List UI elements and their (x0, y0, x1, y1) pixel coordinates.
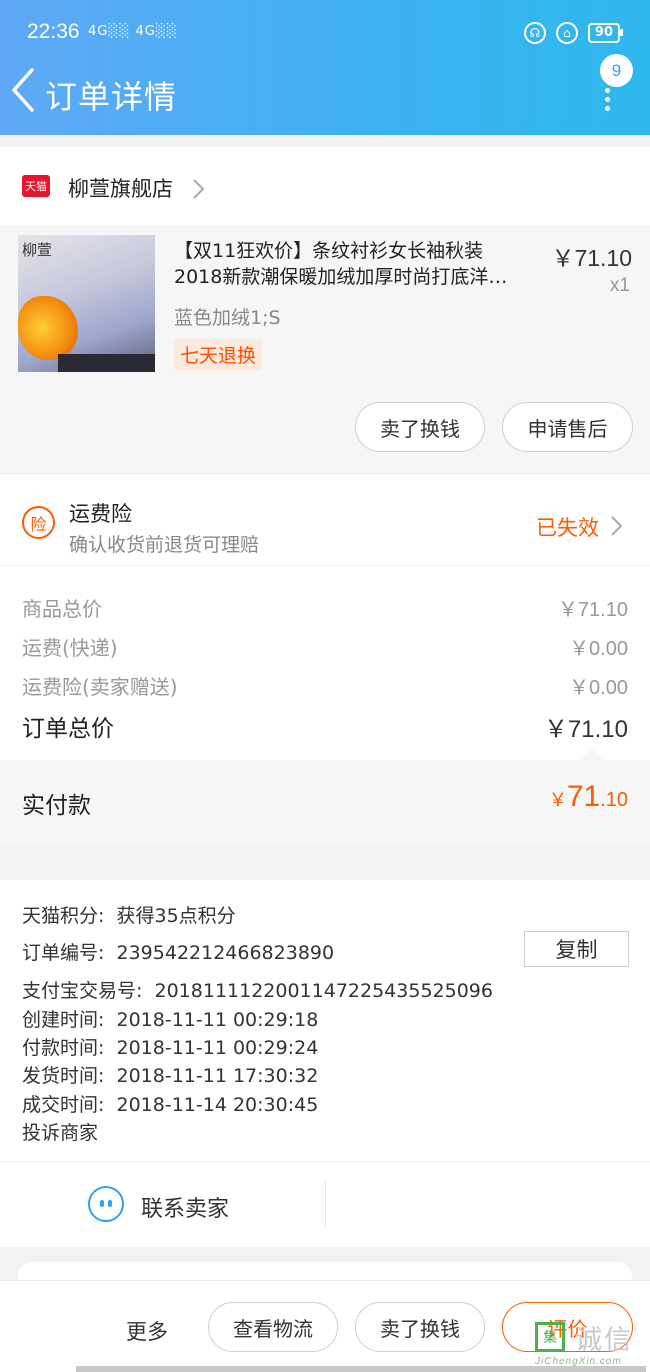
order-number-row: 订单编号: 2395422124668238​90 (22, 942, 335, 964)
summary-row: 运费(快递) ￥0.00 (22, 636, 628, 660)
order-info: 天猫积分: 获得35点积分 订单编号: 2395422124668238​90 … (0, 880, 650, 1161)
alipay-number-row: 支付宝交易号: 2018111122001147225435525096 (22, 980, 493, 1002)
product-quantity: x1 (609, 275, 630, 296)
status-icons: ☊ ⌂ 90 (523, 22, 624, 44)
product-image-detail (18, 296, 78, 360)
status-bar: 22:36 4G░░ 4G░░ ☊ ⌂ 90 (0, 18, 650, 50)
shipping-insurance-row[interactable]: 险 运费险 确认收货前退货可理赔 已失效 (0, 473, 650, 566)
contact-bar: 联系卖家 (0, 1161, 650, 1247)
store-row[interactable]: 天猫 柳萱旗舰店 (0, 147, 650, 225)
sell-button[interactable]: 卖了换钱 (355, 1302, 485, 1352)
chevron-right-icon (611, 516, 623, 536)
amount-paid-value: ￥71.10 (548, 780, 628, 813)
product-price: ￥71.10 (551, 245, 632, 271)
more-button[interactable]: 更多 (126, 1316, 168, 1346)
order-item-card: 天猫 柳萱旗舰店 柳萱 【双11狂欢价】条纹衬衫女长袖秋装 2018新款潮保暖加… (0, 147, 650, 473)
amount-paid-row: 实付款 ￥71.10 (0, 760, 650, 846)
insurance-title: 运费险 (69, 502, 132, 526)
contact-seller-button[interactable]: 联系卖家 (141, 1191, 229, 1223)
product-sku: 蓝色加绒1;S (174, 307, 281, 329)
chevron-left-icon (12, 68, 34, 112)
store-name: 柳萱旗舰店 (68, 177, 173, 201)
order-total-row: 订单总价 ￥71.10 (22, 716, 628, 743)
amount-paid-label: 实付款 (22, 793, 91, 819)
summary-row: 运费险(卖家赠送) ￥0.00 (22, 675, 628, 699)
lock-icon: ⌂ (555, 22, 578, 44)
tmall-icon: 天猫 (22, 175, 50, 197)
vibrate-icon: ☊ (523, 22, 546, 44)
message-badge[interactable]: 9 (600, 54, 633, 87)
summary-row: 商品总价 ￥71.10 (22, 597, 628, 621)
product-row[interactable]: 柳萱 【双11狂欢价】条纹衬衫女长袖秋装 2018新款潮保暖加绒加厚时尚打底洋…… (0, 225, 650, 473)
product-image[interactable]: 柳萱 (18, 235, 155, 372)
shipped-time-row: 发货时间: 2018-11-11 17:30:32 (22, 1065, 319, 1087)
return-policy-tag: 七天退换 (174, 339, 263, 370)
more-menu-icon[interactable] (602, 88, 612, 111)
watermark-logo: 集 诚信 JiChengXin.com (535, 1318, 647, 1370)
battery-icon: 90 (587, 23, 624, 43)
completed-time-row: 成交时间: 2018-11-14 20:30:45 (22, 1094, 319, 1116)
status-time: 22:36 (27, 20, 80, 43)
chat-face-icon (88, 1186, 124, 1222)
created-time-row: 创建时间: 2018-11-11 00:29:18 (22, 1009, 319, 1031)
product-title: 【双11狂欢价】条纹衬衫女长袖秋装 2018新款潮保暖加绒加厚时尚打底洋… (174, 240, 508, 288)
header-bar: 22:36 4G░░ 4G░░ ☊ ⌂ 90 订单详情 9 (0, 0, 650, 135)
points-row: 天猫积分: 获得35点积分 (22, 905, 236, 927)
product-brand-mark: 柳萱 (22, 241, 53, 259)
view-logistics-button[interactable]: 查看物流 (208, 1302, 338, 1352)
after-sale-button[interactable]: 申请售后 (502, 402, 633, 452)
complaint-link[interactable]: 投诉商家 (22, 1118, 98, 1145)
insurance-desc: 确认收货前退货可理赔 (69, 534, 260, 556)
copy-button[interactable]: 复制 (524, 931, 629, 967)
back-button[interactable] (8, 66, 48, 118)
paid-time-row: 付款时间: 2018-11-11 00:29:24 (22, 1037, 319, 1059)
price-summary: 商品总价 ￥71.10 运费(快递) ￥0.00 运费险(卖家赠送) ￥0.00… (0, 566, 650, 760)
signal-icon: 4G░░ 4G░░ (88, 24, 178, 39)
insurance-icon: 险 (22, 506, 55, 539)
insurance-status: 已失效 (536, 516, 599, 540)
sell-button[interactable]: 卖了换钱 (355, 402, 485, 452)
chevron-right-icon (193, 179, 205, 199)
page-title: 订单详情 (45, 78, 178, 116)
